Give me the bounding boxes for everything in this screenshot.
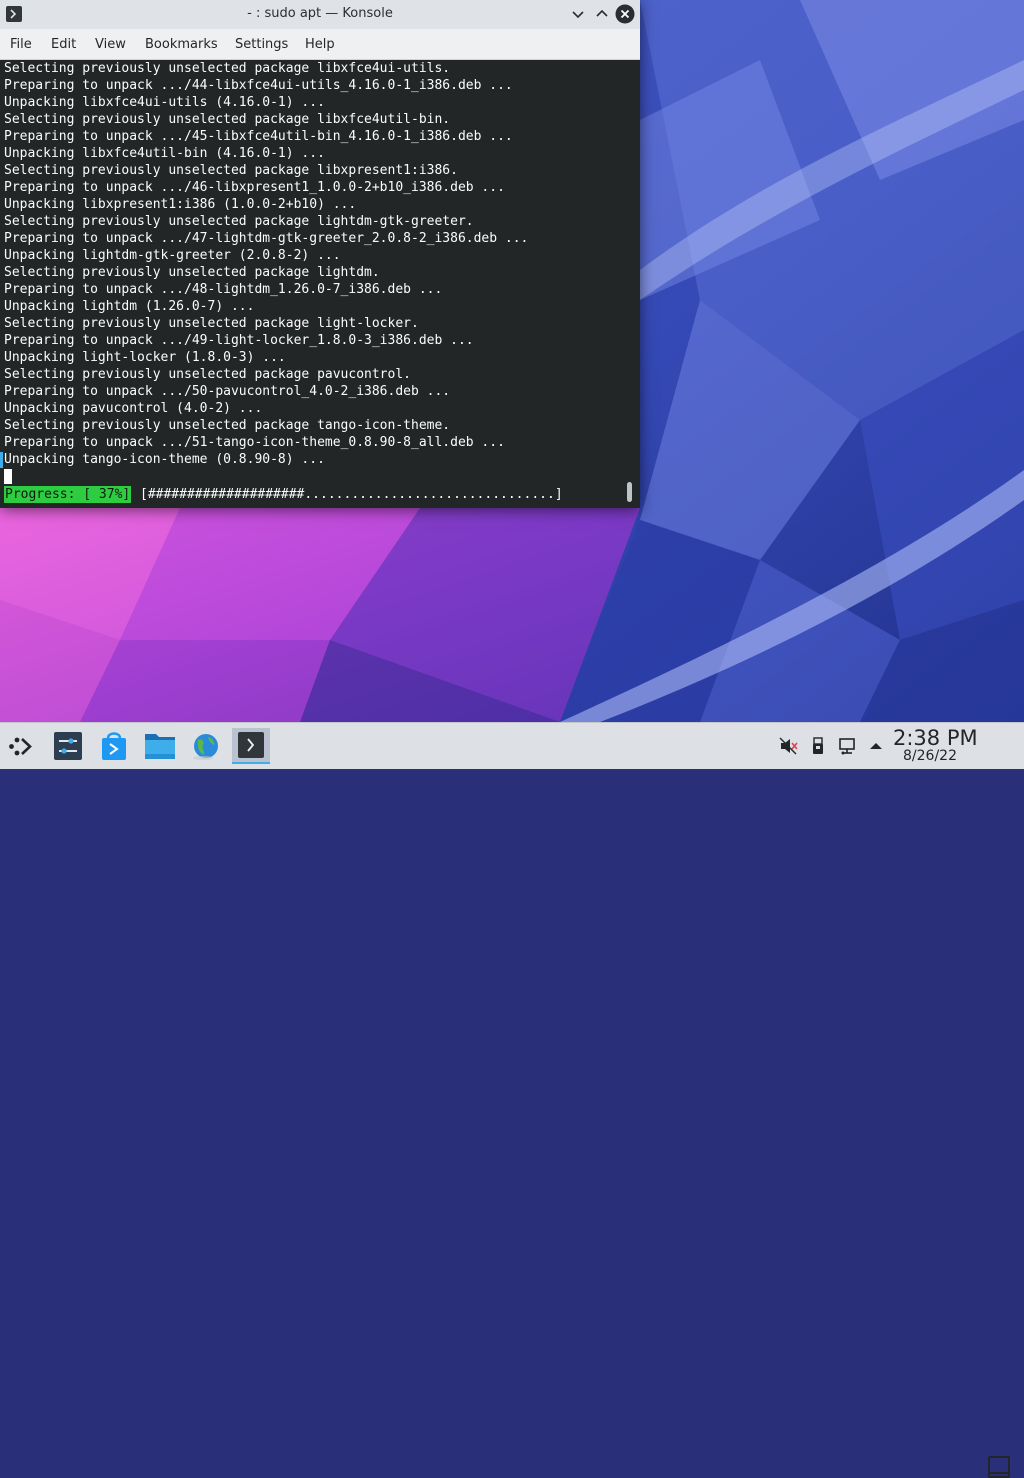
menu-edit[interactable]: Edit xyxy=(51,37,76,52)
menu-file[interactable]: File xyxy=(10,37,32,52)
terminal-line: Unpacking light-locker (1.8.0-3) ... xyxy=(4,350,286,365)
device-notifier-button[interactable] xyxy=(808,736,828,756)
taskbar-panel xyxy=(0,722,1024,1478)
maximize-button[interactable] xyxy=(592,4,612,24)
close-button[interactable] xyxy=(615,4,635,24)
terminal-line: Preparing to unpack .../45-libxfce4util-… xyxy=(4,129,513,144)
network-button[interactable] xyxy=(837,736,857,756)
terminal-line: Selecting previously unselected package … xyxy=(4,418,451,433)
progress-label: Progress: [ 37%] xyxy=(4,486,132,503)
terminal-line: Preparing to unpack .../44-libxfce4ui-ut… xyxy=(4,78,513,93)
chevron-up-icon xyxy=(596,9,608,17)
terminal-line: Preparing to unpack .../48-lightdm_1.26.… xyxy=(4,282,443,297)
terminal-line: Unpacking pavucontrol (4.0-2) ... xyxy=(4,401,263,416)
removable-device-icon xyxy=(813,737,823,754)
terminal-line: Unpacking libxpresent1:i386 (1.0.0-2+b10… xyxy=(4,197,357,212)
terminal-line: Selecting previously unselected package … xyxy=(4,214,474,229)
menu-bar: File Edit View Bookmarks Settings Help xyxy=(0,29,640,60)
terminal-line: Unpacking lightdm-gtk-greeter (2.0.8-2) … xyxy=(4,248,341,263)
terminal-line: Unpacking libxfce4ui-utils (4.16.0-1) ..… xyxy=(4,95,325,110)
terminal-line: Preparing to unpack .../50-pavucontrol_4… xyxy=(4,384,451,399)
system-settings-icon xyxy=(54,732,82,760)
discover-store-icon xyxy=(102,732,126,760)
network-wired-icon xyxy=(839,738,855,755)
window-titlebar[interactable]: - : sudo apt — Konsole xyxy=(0,0,640,29)
expand-tray-button[interactable] xyxy=(866,736,886,756)
show-desktop-button[interactable] xyxy=(988,1456,1010,1478)
menu-settings[interactable]: Settings xyxy=(235,37,288,52)
konsole-window[interactable]: - : sudo apt — Konsole File Edit View Bo… xyxy=(0,0,640,508)
chevron-down-icon xyxy=(572,11,584,19)
clock-date[interactable]: 8/26/22 xyxy=(903,748,957,764)
scrollbar-handle[interactable] xyxy=(627,482,632,502)
terminal-line: Preparing to unpack .../46-libxpresent1_… xyxy=(4,180,505,195)
taskbar-file-manager[interactable] xyxy=(141,728,179,764)
terminal-line: Preparing to unpack .../49-light-locker_… xyxy=(4,333,474,348)
clock-time[interactable]: 2:38 PM xyxy=(893,726,978,750)
konsole-terminal-icon xyxy=(238,732,264,758)
terminal-line: Unpacking libxfce4util-bin (4.16.0-1) ..… xyxy=(4,146,325,161)
volume-muted-icon xyxy=(779,737,798,755)
taskbar-discover[interactable] xyxy=(95,728,133,764)
menu-help[interactable]: Help xyxy=(305,37,335,52)
expand-tray-arrow-icon xyxy=(870,743,882,749)
terminal-line: Selecting previously unselected package … xyxy=(4,61,451,76)
volume-button[interactable] xyxy=(778,736,798,756)
terminal-line: Selecting previously unselected package … xyxy=(4,367,411,382)
application-launcher-button[interactable] xyxy=(4,728,42,764)
progress-bar: [####################...................… xyxy=(140,487,563,502)
taskbar-system-settings[interactable] xyxy=(49,728,87,764)
close-icon xyxy=(615,4,635,24)
terminal-line: Preparing to unpack .../47-lightdm-gtk-g… xyxy=(4,231,529,246)
text-cursor xyxy=(4,469,12,484)
taskbar-konsole[interactable] xyxy=(232,728,270,764)
terminal-line: Selecting previously unselected package … xyxy=(4,112,451,127)
minimize-button[interactable] xyxy=(568,4,588,24)
terminal-line: Selecting previously unselected package … xyxy=(4,316,419,331)
terminal-line: Unpacking lightdm (1.26.0-7) ... xyxy=(4,299,255,314)
taskbar-web-browser[interactable] xyxy=(187,728,225,764)
window-title: - : sudo apt — Konsole xyxy=(247,6,393,21)
menu-bookmarks[interactable]: Bookmarks xyxy=(145,37,218,52)
web-browser-icon xyxy=(193,734,218,760)
terminal-output[interactable]: Selecting previously unselected package … xyxy=(0,60,640,508)
line-marker xyxy=(0,452,3,468)
terminal-line: Preparing to unpack .../51-tango-icon-th… xyxy=(4,435,505,450)
terminal-line: Selecting previously unselected package … xyxy=(4,163,458,178)
application-launcher-icon xyxy=(9,737,32,756)
menu-view[interactable]: View xyxy=(95,37,126,52)
terminal-line: Selecting previously unselected package … xyxy=(4,265,380,280)
file-manager-icon xyxy=(145,734,175,759)
terminal-line: Unpacking tango-icon-theme (0.8.90-8) ..… xyxy=(4,452,325,467)
